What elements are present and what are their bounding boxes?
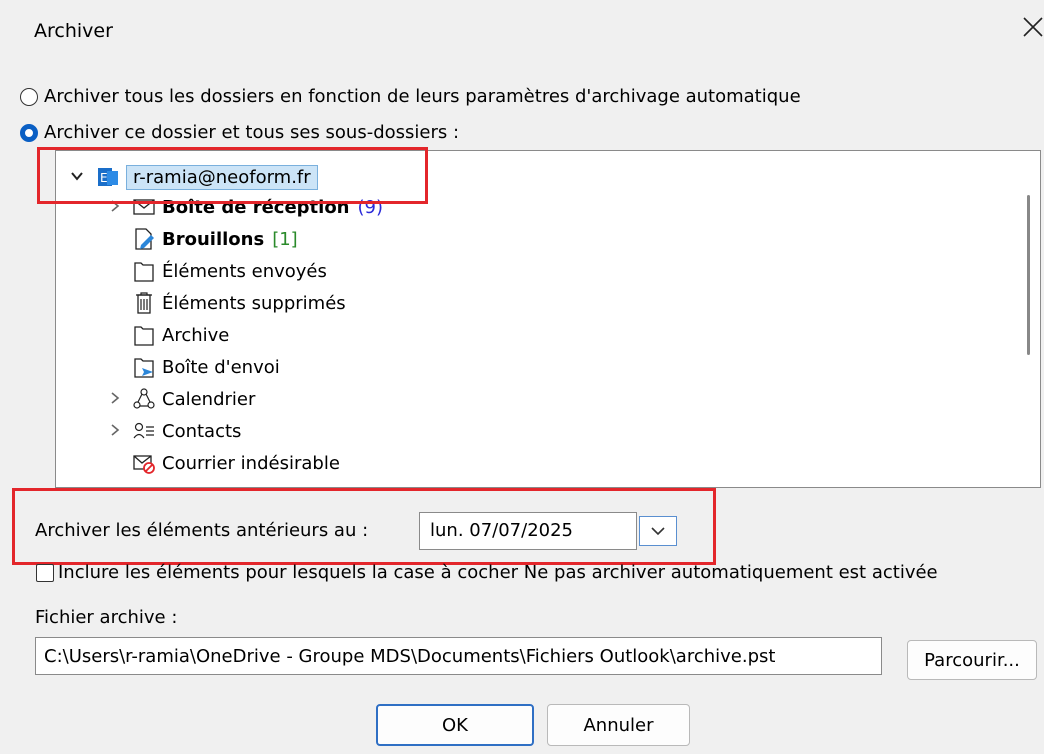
svg-text:E: E xyxy=(100,171,108,185)
chevron-down-icon[interactable] xyxy=(68,168,86,187)
archive-date-field[interactable]: lun. 07/07/2025 xyxy=(419,512,637,550)
tree-item-account[interactable]: E r-ramia@neoform.fr xyxy=(68,161,318,193)
chevron-right-icon[interactable] xyxy=(106,422,124,441)
folder-icon xyxy=(132,322,156,348)
tree-item-sent[interactable]: Éléments envoyés xyxy=(132,255,327,287)
unread-count: (9) xyxy=(357,196,384,218)
folder-tree[interactable]: E r-ramia@neoform.fr Boîte de réception … xyxy=(55,150,1041,488)
draft-count: [1] xyxy=(272,228,298,250)
archive-file-label: Fichier archive : xyxy=(35,607,178,628)
tree-item-label: Boîte de réception xyxy=(162,196,350,218)
chevron-right-icon[interactable] xyxy=(106,198,124,217)
tree-item-outbox[interactable]: Boîte d'envoi xyxy=(132,351,280,383)
radio-archive-folder-label: Archiver ce dossier et tous ses sous-dos… xyxy=(44,122,460,143)
archive-date-label: Archiver les éléments antérieurs au : xyxy=(35,520,369,541)
chevron-down-icon xyxy=(651,527,665,536)
folder-icon xyxy=(132,258,156,284)
tree-scrollbar[interactable] xyxy=(1016,151,1040,487)
tree-item-label: Boîte d'envoi xyxy=(162,356,280,378)
chevron-right-icon[interactable] xyxy=(106,390,124,409)
radio-archive-all-label: Archiver tous les dossiers en fonction d… xyxy=(44,86,801,107)
checkbox-include-no-autoarchive[interactable]: Inclure les éléments pour lesquels la ca… xyxy=(36,562,938,583)
tree-item-junk[interactable]: Courrier indésirable xyxy=(132,447,340,479)
checkbox-box[interactable] xyxy=(36,563,54,582)
drafts-icon xyxy=(132,226,156,252)
tree-item-archive[interactable]: Archive xyxy=(132,319,229,351)
account-label[interactable]: r-ramia@neoform.fr xyxy=(126,164,318,190)
scrollbar-thumb[interactable] xyxy=(1027,195,1030,355)
ok-button[interactable]: OK xyxy=(376,704,534,746)
tree-item-inbox[interactable]: Boîte de réception (9) xyxy=(106,191,383,223)
window-title: Archiver xyxy=(34,20,113,42)
trash-icon xyxy=(132,290,156,316)
radio-archive-folder[interactable]: Archiver ce dossier et tous ses sous-dos… xyxy=(20,122,459,143)
tree-item-deleted[interactable]: Éléments supprimés xyxy=(132,287,346,319)
close-button[interactable] xyxy=(1018,12,1044,42)
archive-file-path-input[interactable] xyxy=(35,637,882,675)
exchange-account-icon: E xyxy=(96,164,120,190)
tree-item-label: Éléments envoyés xyxy=(162,260,327,282)
calendar-share-icon xyxy=(132,386,156,412)
close-icon xyxy=(1023,17,1043,37)
radio-circle[interactable] xyxy=(20,87,38,106)
tree-item-drafts[interactable]: Brouillons [1] xyxy=(132,223,298,255)
tree-item-label: Archive xyxy=(162,324,230,346)
outbox-icon xyxy=(132,354,156,380)
junk-mail-icon xyxy=(132,450,156,476)
tree-item-label: Éléments supprimés xyxy=(162,292,346,314)
radio-circle-selected[interactable] xyxy=(20,123,38,142)
tree-item-contacts[interactable]: Contacts xyxy=(106,415,241,447)
radio-archive-all[interactable]: Archiver tous les dossiers en fonction d… xyxy=(20,86,801,107)
tree-item-label: Calendrier xyxy=(162,388,256,410)
browse-button[interactable]: Parcourir... xyxy=(907,640,1037,680)
date-dropdown-button[interactable] xyxy=(639,516,677,546)
cancel-button[interactable]: Annuler xyxy=(547,704,690,746)
tree-item-calendar[interactable]: Calendrier xyxy=(106,383,255,415)
tree-item-label: Contacts xyxy=(162,420,242,442)
contacts-icon xyxy=(132,418,156,444)
checkbox-label: Inclure les éléments pour lesquels la ca… xyxy=(58,562,938,583)
tree-item-label: Courrier indésirable xyxy=(162,452,340,474)
inbox-icon xyxy=(132,194,156,220)
tree-item-label: Brouillons xyxy=(162,228,265,250)
